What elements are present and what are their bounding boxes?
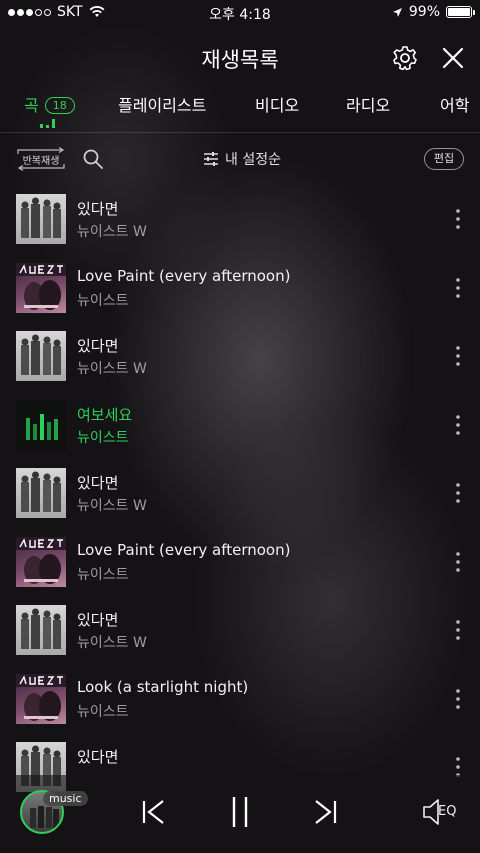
- sort-button[interactable]: 내 설정순: [203, 149, 281, 169]
- eq-label: EQ: [438, 804, 457, 819]
- tab-songs-label: 곡: [24, 96, 39, 115]
- now-playing-bars-icon: [40, 118, 56, 128]
- repeat-button[interactable]: 반복재생: [16, 146, 66, 172]
- battery-percent: 99%: [408, 4, 440, 20]
- song-row[interactable]: Love Paint (every afternoon) 뉴이스트: [0, 527, 480, 596]
- album-art: [16, 399, 66, 450]
- close-icon[interactable]: [440, 45, 466, 71]
- album-art: [16, 605, 66, 655]
- song-row[interactable]: Love Paint (every afternoon) 뉴이스트: [0, 253, 480, 322]
- song-row[interactable]: Look (a starlight night) 뉴이스트: [0, 664, 480, 733]
- tab-playlist[interactable]: 플레이리스트: [118, 92, 206, 116]
- repeat-label: 반복재생: [22, 156, 60, 167]
- song-title: Look (a starlight night): [77, 677, 249, 696]
- list-toolbar: 반복재생 내 설정순 편집: [0, 144, 480, 174]
- more-options-icon[interactable]: [452, 414, 464, 436]
- song-title: 있다면: [77, 337, 119, 355]
- album-art: [16, 194, 66, 244]
- search-icon[interactable]: [82, 148, 104, 170]
- tab-language[interactable]: 어학: [440, 92, 469, 116]
- music-chip: music: [43, 791, 88, 806]
- battery-icon: [446, 6, 475, 18]
- song-row[interactable]: 있다면뉴이스트 W: [0, 595, 480, 664]
- next-track-icon[interactable]: [310, 795, 342, 829]
- gear-icon[interactable]: [392, 45, 418, 71]
- album-art: [16, 331, 66, 381]
- tab-video[interactable]: 비디오: [255, 92, 299, 116]
- album-art: [16, 262, 66, 313]
- edit-button[interactable]: 편집: [424, 148, 464, 170]
- album-art: [16, 673, 66, 724]
- album-art: [16, 468, 66, 518]
- song-row[interactable]: 여보세요뉴이스트: [0, 390, 480, 459]
- status-bar: SKT 오후 4:18 99%: [0, 0, 480, 26]
- song-row[interactable]: 있다면뉴이스트 W: [0, 184, 480, 253]
- more-options-icon[interactable]: [452, 345, 464, 367]
- song-artist: 뉴이스트: [77, 429, 129, 446]
- song-row[interactable]: 있다면뉴이스트 W: [0, 458, 480, 527]
- more-options-icon[interactable]: [452, 551, 464, 573]
- song-title: 있다면: [77, 200, 119, 218]
- header: 재생목록: [0, 40, 480, 76]
- more-options-icon[interactable]: [452, 277, 464, 299]
- divider: [0, 132, 480, 133]
- song-list: 있다면 뉴이스트 W Love Paint (every afternoon) 뉴이스…: [0, 184, 480, 801]
- more-options-icon[interactable]: [452, 619, 464, 641]
- song-artist: 뉴이스트: [77, 292, 129, 309]
- song-artist: 뉴이스트: [77, 566, 129, 583]
- sliders-icon: [204, 152, 218, 166]
- song-artist: 뉴이스트: [77, 703, 129, 720]
- song-title: Love Paint (every afternoon): [77, 266, 291, 285]
- eq-button[interactable]: EQ: [420, 795, 464, 829]
- song-title: 있다면: [77, 474, 119, 492]
- song-artist: 뉴이스트 W: [77, 361, 147, 377]
- more-options-icon[interactable]: [452, 208, 464, 230]
- song-count-badge: 18: [44, 97, 75, 114]
- tab-songs[interactable]: 곡 18: [24, 92, 75, 116]
- song-artist: 뉴이스트 W: [77, 498, 147, 514]
- song-title: 있다면: [77, 611, 119, 629]
- song-title: Love Paint (every afternoon): [77, 540, 291, 559]
- sort-label: 내 설정순: [225, 152, 281, 168]
- song-title: 있다면: [77, 748, 119, 766]
- song-artist: 뉴이스트 W: [77, 224, 147, 240]
- mini-player: music EQ: [0, 775, 480, 853]
- more-options-icon[interactable]: [452, 482, 464, 504]
- location-arrow-icon: [392, 7, 402, 17]
- tab-bar: 곡 18 플레이리스트 비디오 라디오 어학: [0, 90, 480, 132]
- song-title: 여보세요: [77, 405, 133, 424]
- pause-icon[interactable]: [224, 795, 256, 829]
- more-options-icon[interactable]: [452, 688, 464, 710]
- song-artist: 뉴이스트 W: [77, 635, 147, 651]
- song-row[interactable]: 있다면뉴이스트 W: [0, 321, 480, 390]
- tab-radio[interactable]: 라디오: [346, 92, 390, 116]
- previous-track-icon[interactable]: [137, 795, 169, 829]
- album-art: [16, 536, 66, 587]
